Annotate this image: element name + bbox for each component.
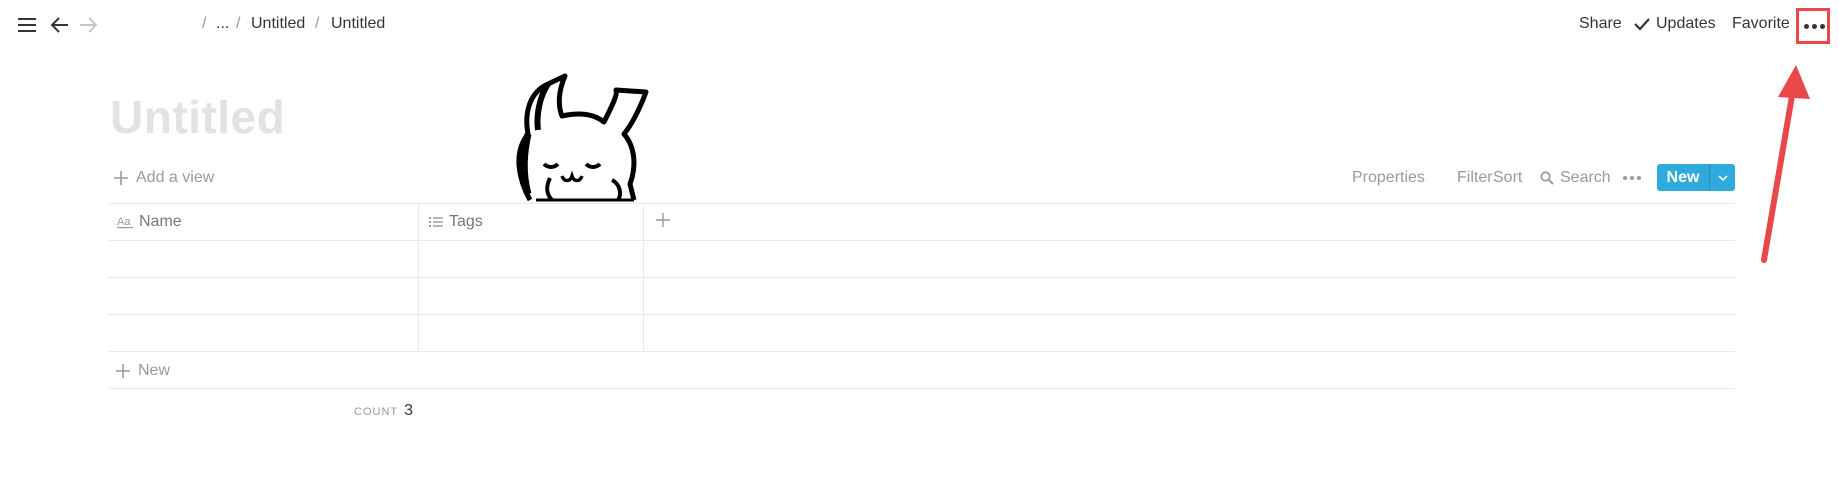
annotation-arrow xyxy=(1761,65,1810,263)
add-view-label: Add a view xyxy=(136,169,215,186)
view-more-button[interactable] xyxy=(1623,176,1641,180)
check-icon xyxy=(1634,18,1650,31)
plus-icon xyxy=(656,213,670,227)
forward-arrow-icon[interactable] xyxy=(77,14,99,36)
add-view-button[interactable]: Add a view xyxy=(114,169,214,187)
svg-text:Aa: Aa xyxy=(117,216,131,228)
favorite-button[interactable]: Favorite xyxy=(1732,15,1790,33)
column-label: Tags xyxy=(449,213,483,230)
share-button[interactable]: Share xyxy=(1579,15,1622,33)
breadcrumb-separator: / xyxy=(236,15,241,32)
column-header-name[interactable]: Aa Name xyxy=(117,213,182,231)
add-column-button[interactable] xyxy=(656,210,670,233)
new-button-label: New xyxy=(1666,168,1700,186)
updates-label: Updates xyxy=(1656,15,1716,32)
breadcrumb-separator: / xyxy=(202,15,207,32)
breadcrumb-separator: / xyxy=(315,15,320,32)
annotation-highlight-box xyxy=(1796,8,1830,44)
search-icon xyxy=(1540,171,1554,185)
table-row[interactable] xyxy=(108,315,1735,351)
menu-icon[interactable] xyxy=(16,14,38,36)
new-dropdown-button[interactable] xyxy=(1710,174,1735,181)
table-row[interactable] xyxy=(108,241,1735,277)
new-button[interactable]: New xyxy=(1657,164,1735,191)
count-calculation[interactable]: COUNT 3 xyxy=(354,402,413,420)
search-label: Search xyxy=(1560,169,1611,186)
count-value: 3 xyxy=(404,402,414,419)
top-bar: / ... / Untitled / Untitled Share Update… xyxy=(0,0,1839,50)
new-row-label: New xyxy=(138,362,171,379)
breadcrumb-item-untitled-current[interactable]: Untitled xyxy=(331,15,385,33)
back-arrow-icon[interactable] xyxy=(49,14,71,36)
sort-button[interactable]: Sort xyxy=(1493,169,1522,187)
plus-icon xyxy=(116,364,130,378)
bunny-illustration xyxy=(516,73,649,202)
chevron-down-icon xyxy=(1717,174,1728,181)
column-header-tags[interactable]: Tags xyxy=(429,213,483,231)
count-label: COUNT xyxy=(354,406,399,418)
filter-button[interactable]: Filter xyxy=(1457,169,1493,187)
text-property-icon: Aa xyxy=(117,216,133,229)
more-horizontal-icon xyxy=(1623,176,1627,180)
more-horizontal-icon-dot xyxy=(1630,176,1634,180)
properties-button[interactable]: Properties xyxy=(1352,169,1425,187)
notion-page: / ... / Untitled / Untitled Share Update… xyxy=(0,0,1839,504)
table-border xyxy=(108,203,1735,204)
table-row[interactable] xyxy=(108,278,1735,314)
breadcrumb-ellipsis[interactable]: ... xyxy=(216,15,229,33)
table-border xyxy=(108,351,1735,352)
updates-button[interactable]: Updates xyxy=(1634,15,1716,33)
new-row-button[interactable]: New xyxy=(116,362,170,380)
page-title[interactable]: Untitled xyxy=(110,90,285,144)
plus-icon xyxy=(114,171,128,185)
search-button[interactable]: Search xyxy=(1540,169,1611,187)
more-horizontal-icon-dot xyxy=(1637,176,1641,180)
breadcrumb-item-untitled[interactable]: Untitled xyxy=(251,15,305,33)
column-label: Name xyxy=(139,213,182,230)
list-property-icon xyxy=(429,217,443,227)
table-border xyxy=(108,388,1735,389)
